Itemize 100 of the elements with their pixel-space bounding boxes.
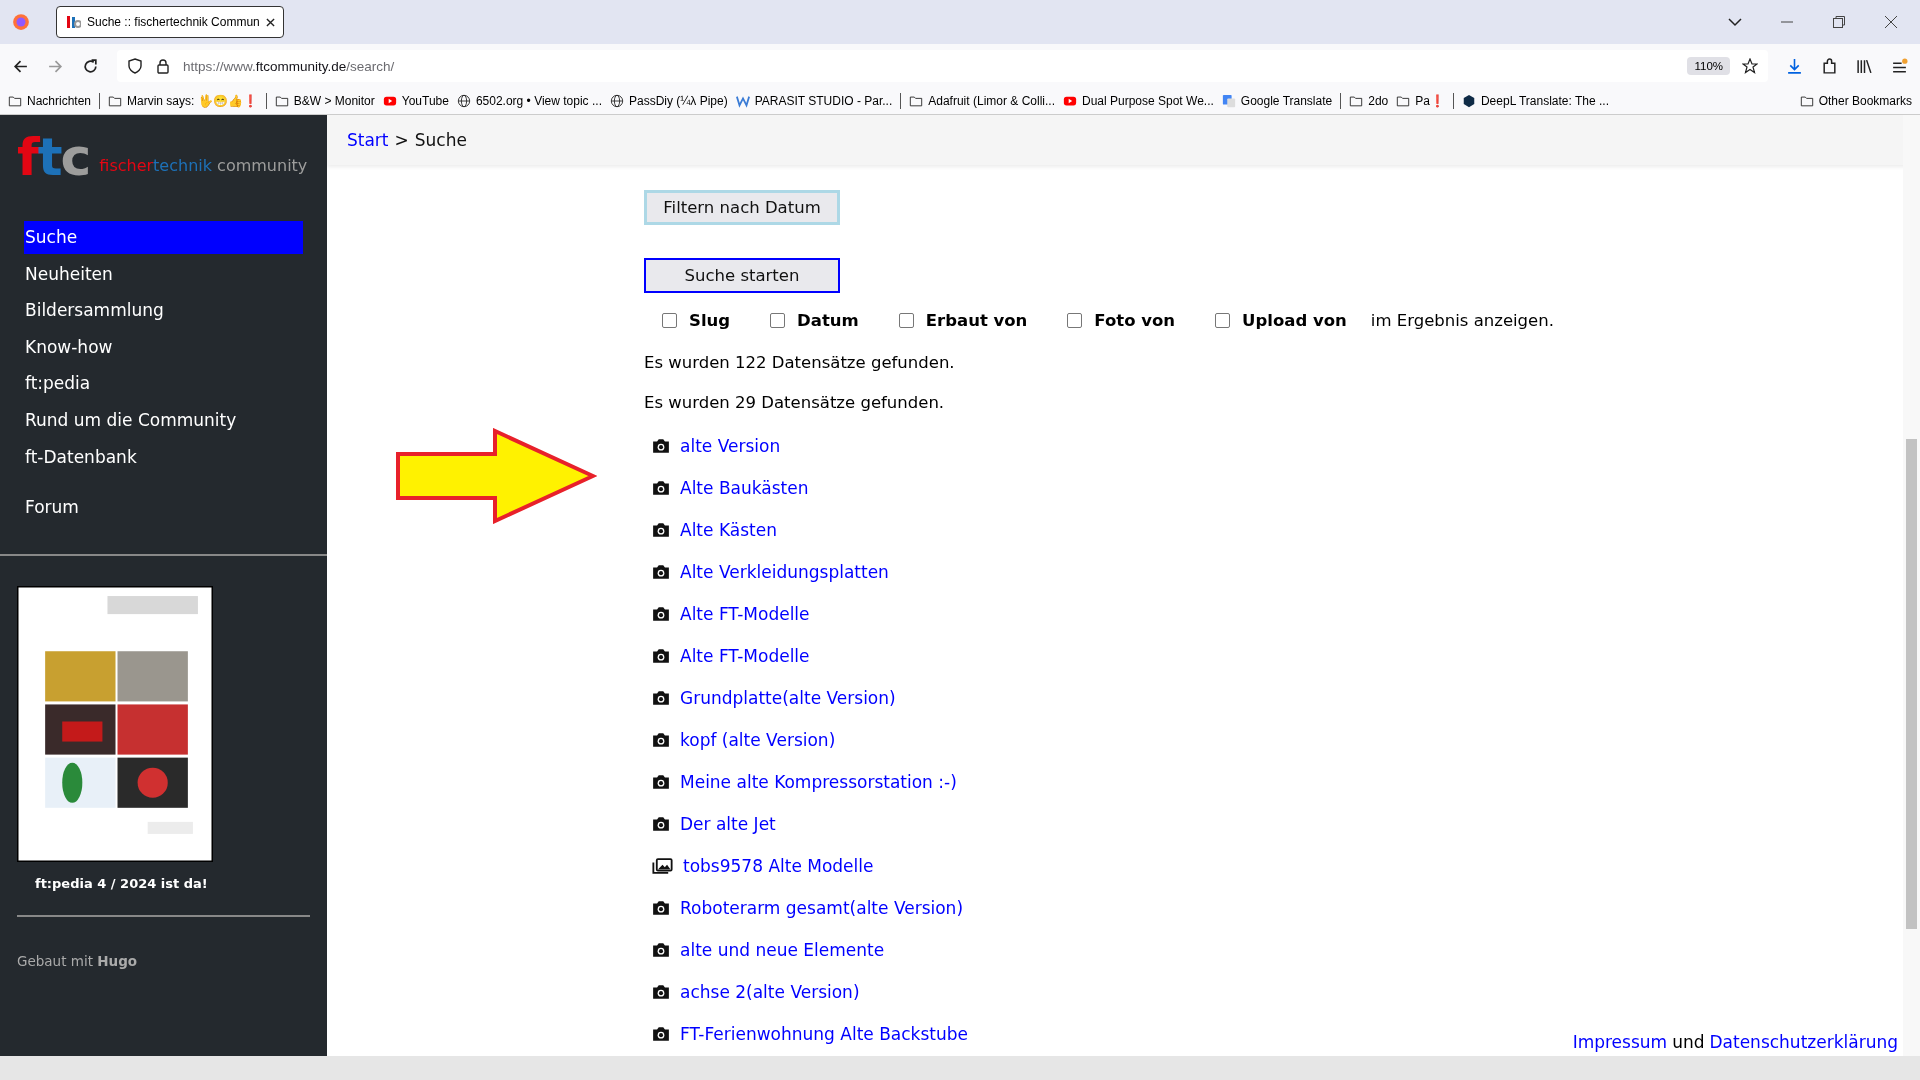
bookmark-item[interactable]: Other Bookmarks [1799, 94, 1912, 108]
bookmark-item[interactable]: Marvin says: 🖖😁👍❗ [108, 94, 258, 108]
zoom-level-badge[interactable]: 110% [1687, 57, 1730, 75]
tab-favicon-icon [65, 14, 81, 30]
library-icon[interactable] [1856, 57, 1873, 75]
close-tab-icon[interactable] [265, 17, 275, 27]
camera-icon [652, 900, 670, 916]
images-icon [652, 858, 673, 874]
bookmark-item[interactable]: Nachrichten [8, 94, 92, 108]
reload-icon[interactable] [82, 57, 99, 75]
checkbox-label[interactable]: Datum [797, 311, 859, 330]
folder-icon [1396, 94, 1411, 108]
result-link[interactable]: kopf (alte Version) [680, 730, 836, 750]
download-icon[interactable] [1786, 57, 1803, 75]
bookmark-star-icon[interactable] [1742, 58, 1758, 74]
menu-icon[interactable] [1891, 57, 1908, 75]
w-logo-icon [735, 94, 750, 108]
result-link[interactable]: Alte Verkleidungsplatten [680, 562, 889, 582]
address-bar[interactable]: https://www.ftcommunity.de/search/ 110% [117, 50, 1768, 82]
folder-icon [1799, 94, 1814, 108]
checkbox-label[interactable]: Slug [689, 311, 731, 330]
translate-icon [1221, 94, 1236, 108]
nav-item[interactable]: Neuheiten [24, 257, 303, 295]
nav-item[interactable]: Bildersammlung [24, 294, 303, 331]
bookmark-item[interactable]: Google Translate [1221, 94, 1333, 108]
checkbox-label[interactable]: Foto von [1094, 311, 1176, 330]
browser-tab[interactable]: Suche :: fischertechnik Commun [56, 6, 284, 38]
camera-icon [652, 606, 670, 622]
camera-icon [652, 648, 670, 664]
bookmark-item[interactable]: Adafruit (Limor & Colli... [909, 94, 1055, 108]
folder-icon [1349, 94, 1364, 108]
search-button[interactable]: Suche starten [644, 258, 840, 293]
nav-item[interactable]: ft:pedia [24, 367, 303, 404]
bookmark-item[interactable]: B&W > Monitor [274, 94, 375, 108]
camera-icon [652, 690, 670, 706]
nav-item[interactable]: ft-Datenbank [24, 440, 303, 478]
folder-icon [909, 94, 924, 108]
folder-icon [108, 94, 123, 108]
bookmark-item[interactable]: 2do [1349, 94, 1389, 108]
tab-title: Suche :: fischertechnik Commun [87, 15, 260, 29]
privacy-link[interactable]: Datenschutzerklärung [1709, 1032, 1898, 1052]
imprint-link[interactable]: Impressum [1572, 1032, 1668, 1052]
result-link[interactable]: alte Version [680, 436, 781, 456]
result-link[interactable]: Alte FT-Modelle [680, 604, 810, 624]
close-window-icon[interactable] [1884, 15, 1898, 29]
folder-icon [274, 94, 289, 108]
result-link[interactable]: FT-Ferienwohnung Alte Backstube [680, 1024, 968, 1044]
shield-icon [127, 58, 143, 74]
bookmark-item[interactable]: PARASIT STUDIO - Par... [735, 94, 893, 108]
footer-joiner: und [1672, 1032, 1705, 1052]
result-link[interactable]: achse 2(alte Version) [680, 982, 860, 1002]
result-link[interactable]: Alte Kästen [680, 520, 777, 540]
url-text: https://www.ftcommunity.de/search/ [183, 58, 396, 74]
bookmark-item[interactable]: 6502.org • View topic ... [456, 94, 602, 108]
bookmark-item[interactable]: YouTube [382, 94, 449, 108]
restore-icon[interactable] [1832, 15, 1846, 29]
checkbox-label[interactable]: Upload von [1242, 311, 1347, 330]
result-link[interactable]: Alte FT-Modelle [680, 646, 810, 666]
folder-icon [8, 94, 22, 108]
scrollbar[interactable] [1903, 115, 1920, 1056]
nav-item[interactable]: Know-how [24, 330, 303, 368]
nav-item[interactable]: Rund um die Community [24, 403, 303, 441]
checkbox-label[interactable]: Erbaut von [925, 311, 1028, 330]
camera-icon [652, 732, 670, 748]
camera-icon [652, 816, 670, 832]
bookmark-item[interactable]: PassDiy (¼λ Pipe) [609, 94, 728, 108]
nav-item[interactable]: Suche [24, 221, 303, 254]
globe-icon [609, 94, 624, 108]
promo-caption[interactable]: ft:pedia 4 / 2024 ist da! [35, 875, 310, 891]
checkbox[interactable] [1067, 313, 1083, 328]
checkbox[interactable] [898, 313, 914, 328]
result-link[interactable]: alte und neue Elemente [680, 940, 885, 960]
filter-button[interactable]: Filtern nach Datum [644, 190, 840, 225]
breadcrumb-link[interactable]: Start [347, 130, 389, 150]
bookmark-item[interactable]: DeepL Translate: The ... [1461, 94, 1609, 108]
lock-icon [155, 58, 171, 74]
bookmark-item[interactable]: Pa❗ [1396, 94, 1445, 108]
tab-list-icon[interactable] [1728, 15, 1742, 29]
checkbox[interactable] [662, 313, 677, 328]
options-suffix: im Ergebnis anzeigen. [1370, 311, 1554, 330]
breadcrumb-separator: > [394, 130, 409, 150]
site-logo[interactable]: ftc fischertechnik community [0, 115, 327, 179]
result-link[interactable]: Roboterarm gesamt(alte Version) [680, 898, 964, 918]
result-link[interactable]: Der alte Jet [680, 814, 776, 834]
extensions-icon[interactable] [1821, 57, 1838, 75]
checkbox[interactable] [1215, 313, 1231, 328]
camera-icon [652, 438, 670, 454]
result-link[interactable]: Alte Baukästen [680, 478, 809, 498]
result-link[interactable]: Meine alte Kompressorstation :-) [680, 772, 957, 792]
result-link[interactable]: Grundplatte(alte Version) [680, 688, 896, 708]
camera-icon [652, 564, 670, 580]
nav-item[interactable]: Forum [24, 491, 303, 528]
camera-icon [652, 522, 670, 538]
result-link[interactable]: tobs9578 Alte Modelle [683, 856, 874, 876]
play-icon [1062, 94, 1077, 108]
bookmark-item[interactable]: Dual Purpose Spot We... [1062, 94, 1214, 108]
browser-logo-icon [12, 13, 30, 31]
built-with-text: Gebaut mit Hugo [16, 951, 139, 969]
camera-icon [652, 984, 670, 1000]
checkbox[interactable] [770, 313, 786, 328]
